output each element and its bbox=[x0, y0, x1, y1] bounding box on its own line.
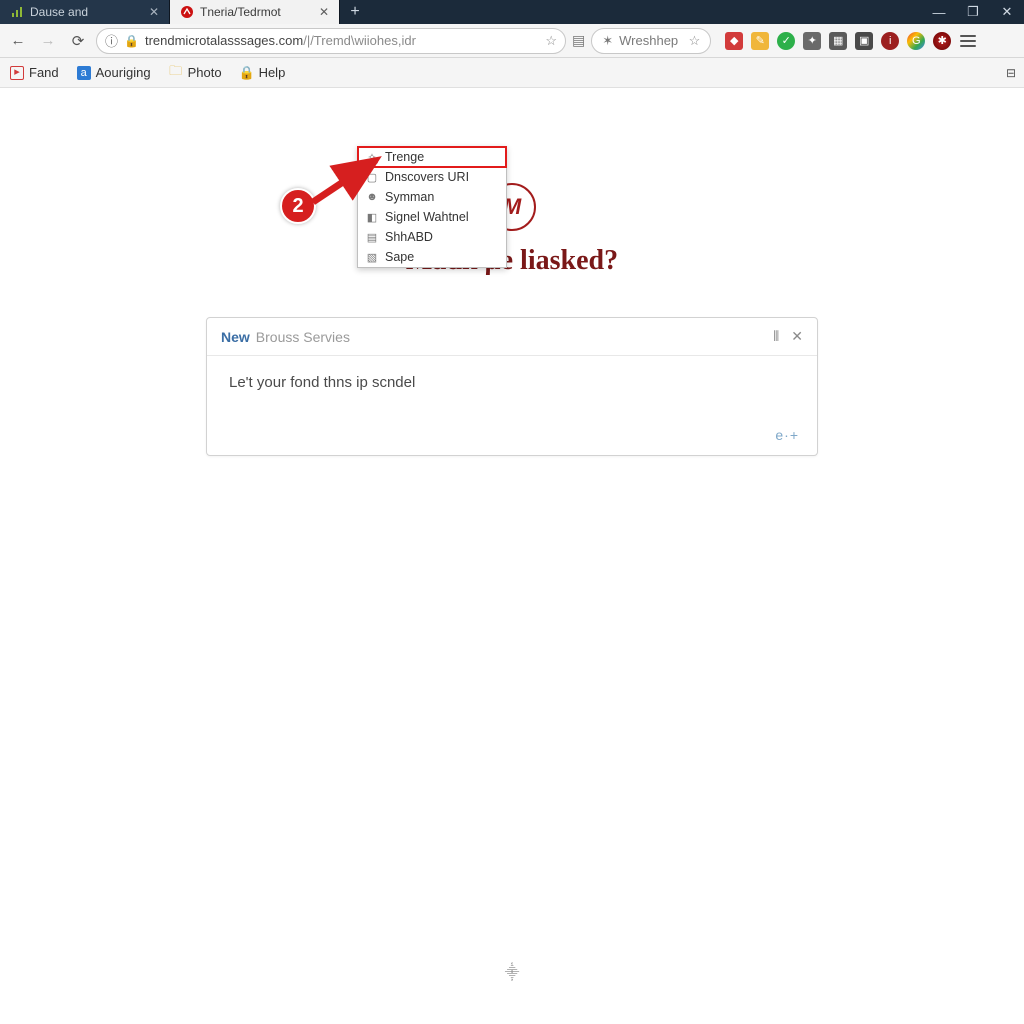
autocomplete-label: Sape bbox=[385, 250, 414, 264]
extension-icon[interactable]: ✎ bbox=[751, 32, 769, 50]
extension-icon[interactable]: ◆ bbox=[725, 32, 743, 50]
bookmarks-overflow-icon[interactable]: ⊟ bbox=[1006, 66, 1016, 80]
bookmark-icon: ▸ bbox=[10, 66, 24, 80]
folder-icon: 🗀 bbox=[169, 66, 183, 80]
card-header: New Brouss Servies ⦀ ✕ bbox=[207, 318, 817, 356]
doc-icon: ▤ bbox=[366, 231, 378, 243]
window-titlebar: Dause and ✕ Tneria/Tedrmot ✕ + — ❐ ✕ bbox=[0, 0, 1024, 24]
profile-avatar-icon[interactable]: ✱ bbox=[933, 32, 951, 50]
autocomplete-item[interactable]: ✧ Trenge bbox=[358, 147, 506, 167]
tab-close-icon[interactable]: ✕ bbox=[149, 5, 159, 19]
extension-icon[interactable]: ▣ bbox=[855, 32, 873, 50]
bookmark-item[interactable]: a Aouriging bbox=[77, 65, 151, 80]
search-placeholder: Wreshhep bbox=[619, 33, 678, 48]
card-close-icon[interactable]: ✕ bbox=[791, 328, 803, 345]
bookmark-star-icon[interactable]: ☆ bbox=[545, 33, 557, 49]
card-settings-icon[interactable]: ⦀ bbox=[773, 328, 779, 345]
page-content: ✧ Trenge ▢ Dnscovers URI ☻ Symman ◧ Sign… bbox=[0, 88, 1024, 1024]
page-headline: Madk µe liasked? bbox=[0, 245, 1024, 277]
url-text: trendmicrotalasssages.com/|/Tremd\wiiohe… bbox=[145, 33, 539, 48]
browser-toolbar: ← → ⟳ ⓘ 🔒 trendmicrotalasssages.com/|/Tr… bbox=[0, 24, 1024, 58]
card-title-rest: Brouss Servies bbox=[256, 329, 350, 345]
autocomplete-label: Trenge bbox=[385, 150, 424, 164]
card-footer-action[interactable]: e·+ bbox=[207, 423, 817, 455]
autocomplete-item[interactable]: ▧ Sape bbox=[358, 247, 506, 267]
page-footer-glyph: ⸎ bbox=[505, 963, 520, 982]
window-buttons: — ❐ ✕ bbox=[922, 0, 1024, 24]
bookmark-item[interactable]: 🔒 Help bbox=[240, 65, 286, 80]
extension-icon[interactable]: i bbox=[881, 32, 899, 50]
person-icon: ☻ bbox=[366, 191, 378, 203]
card-input-placeholder[interactable]: Le't your fond thns ip scndel bbox=[229, 374, 795, 391]
bookmarks-bar: ▸ Fand a Aouriging 🗀 Photo 🔒 Help ⊟ bbox=[0, 58, 1024, 88]
close-window-button[interactable]: ✕ bbox=[990, 0, 1024, 24]
bookmark-item[interactable]: 🗀 Photo bbox=[169, 65, 222, 80]
bookmark-label: Aouriging bbox=[96, 65, 151, 80]
tab-label: Dause and bbox=[30, 5, 88, 19]
browser-tab-0[interactable]: Dause and ✕ bbox=[0, 0, 170, 24]
browser-tab-1[interactable]: Tneria/Tedrmot ✕ bbox=[170, 0, 340, 24]
extension-icon[interactable]: G bbox=[907, 32, 925, 50]
reload-button[interactable]: ⟳ bbox=[66, 29, 90, 53]
autocomplete-item[interactable]: ▢ Dnscovers URI bbox=[358, 167, 506, 187]
tab-favicon bbox=[10, 5, 24, 19]
back-button[interactable]: ← bbox=[6, 29, 30, 53]
browser-menu-button[interactable] bbox=[957, 30, 979, 52]
autocomplete-label: Signel Wahtnel bbox=[385, 210, 469, 224]
pin-icon: ✧ bbox=[366, 151, 378, 163]
signal-icon: ◧ bbox=[366, 211, 378, 223]
forward-button[interactable]: → bbox=[36, 29, 60, 53]
autocomplete-item[interactable]: ☻ Symman bbox=[358, 187, 506, 207]
extension-icon[interactable]: ✦ bbox=[803, 32, 821, 50]
tab-favicon bbox=[180, 5, 194, 19]
lock-icon: 🔒 bbox=[240, 66, 254, 80]
page-icon: ▢ bbox=[366, 171, 378, 183]
extension-icon[interactable]: ▦ bbox=[829, 32, 847, 50]
site-info-icon[interactable]: ⓘ bbox=[105, 31, 118, 50]
tab-label: Tneria/Tedrmot bbox=[200, 5, 281, 19]
bookmark-label: Help bbox=[259, 65, 286, 80]
reader-icon[interactable]: ▤ bbox=[572, 32, 585, 49]
lock-icon: 🔒 bbox=[124, 34, 139, 48]
tab-close-icon[interactable]: ✕ bbox=[319, 5, 329, 19]
bookmark-label: Fand bbox=[29, 65, 59, 80]
search-engine-icon: ✶ bbox=[602, 33, 613, 49]
autocomplete-item[interactable]: ◧ Signel Wahtnel bbox=[358, 207, 506, 227]
autocomplete-item[interactable]: ▤ ShhABD bbox=[358, 227, 506, 247]
autocomplete-label: Dnscovers URI bbox=[385, 170, 469, 184]
extension-icons: ◆ ✎ ✓ ✦ ▦ ▣ i G ✱ bbox=[725, 32, 951, 50]
autocomplete-label: Symman bbox=[385, 190, 434, 204]
search-card: New Brouss Servies ⦀ ✕ Le't your fond th… bbox=[206, 317, 818, 456]
autocomplete-dropdown: ✧ Trenge ▢ Dnscovers URI ☻ Symman ◧ Sign… bbox=[357, 146, 507, 268]
new-tab-button[interactable]: + bbox=[340, 0, 370, 24]
extension-icon[interactable]: ✓ bbox=[777, 32, 795, 50]
tag-icon: ▧ bbox=[366, 251, 378, 263]
autocomplete-label: ShhABD bbox=[385, 230, 433, 244]
minimize-button[interactable]: — bbox=[922, 0, 956, 24]
bookmark-item[interactable]: ▸ Fand bbox=[10, 65, 59, 80]
card-title-new: New bbox=[221, 329, 250, 345]
bookmark-dropdown-icon[interactable]: ☆ bbox=[689, 33, 701, 49]
address-bar[interactable]: ⓘ 🔒 trendmicrotalasssages.com/|/Tremd\wi… bbox=[96, 28, 566, 54]
bookmark-label: Photo bbox=[188, 65, 222, 80]
bookmark-icon: a bbox=[77, 66, 91, 80]
search-box[interactable]: ✶ Wreshhep ☆ bbox=[591, 28, 711, 54]
maximize-button[interactable]: ❐ bbox=[956, 0, 990, 24]
